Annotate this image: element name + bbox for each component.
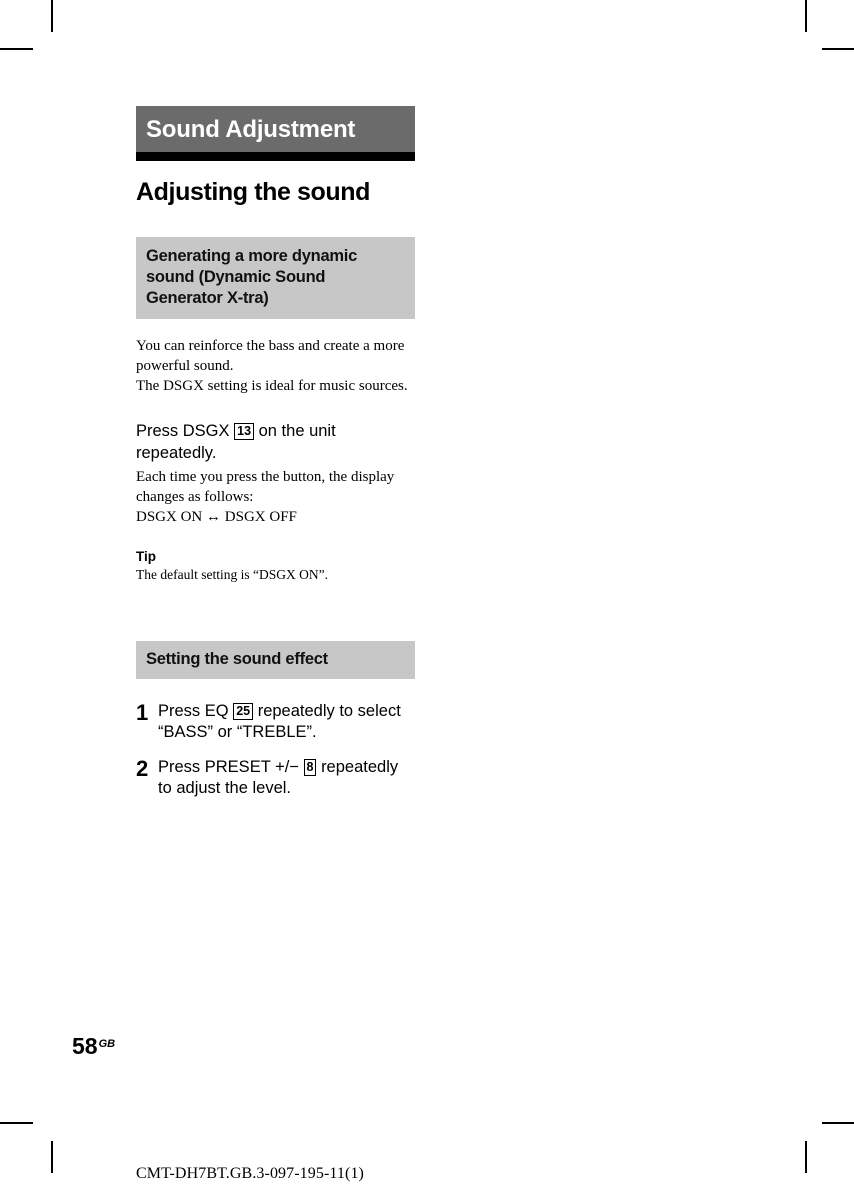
dsgx-intro-line-2: The DSGX setting is ideal for music sour…: [136, 377, 408, 394]
callout-ref-25: 25: [233, 702, 254, 721]
dsgx-intro-line-1: You can reinforce the bass and create a …: [136, 338, 405, 374]
section-heading: Adjusting the sound: [136, 178, 371, 207]
crop-mark-bottom-right-horizontal: [822, 1122, 854, 1124]
crop-mark-bottom-left-vertical: [51, 1141, 53, 1173]
step-text: Press EQ 25 repeatedly to select “BASS” …: [158, 701, 415, 743]
page-content-column: Sound Adjustment Adjusting the sound Gen…: [136, 106, 415, 799]
dsgx-detail-block: Each time you press the button, the disp…: [136, 468, 415, 528]
crop-mark-top-left-vertical: [51, 0, 53, 32]
step-text-before-ref: Press PRESET +/−: [158, 757, 299, 776]
page-number: 58: [72, 1033, 98, 1059]
step-item: 1 Press EQ 25 repeatedly to select “BASS…: [136, 701, 415, 743]
dsgx-toggle-left: DSGX ON: [136, 509, 203, 526]
tip-block: Tip The default setting is “DSGX ON”.: [136, 549, 415, 583]
step-number: 1: [136, 699, 149, 725]
dsgx-instruction: Press DSGX 13 on the unit repeatedly.: [136, 421, 415, 465]
document-code: CMT-DH7BT.GB.3-097-195-11(1): [136, 1165, 364, 1182]
crop-mark-top-right-vertical: [805, 0, 807, 32]
dsgx-instruction-prefix: Press DSGX: [136, 421, 230, 440]
double-arrow-icon: ↔: [206, 509, 222, 526]
dsgx-toggle-right: DSGX OFF: [224, 509, 297, 526]
callout-ref-13: 13: [234, 422, 255, 441]
subsection-header-sound-effect: Setting the sound effect: [136, 640, 415, 679]
page-folio: 58GB: [72, 1035, 115, 1058]
subsection-title-sound-effect: Setting the sound effect: [146, 649, 328, 668]
tip-text: The default setting is “DSGX ON”.: [136, 567, 328, 583]
step-text-before-ref: Press EQ: [158, 701, 229, 720]
dsgx-intro-paragraph: You can reinforce the bass and create a …: [136, 337, 415, 397]
dsgx-toggle-line: DSGX ON ↔ DSGX OFF: [136, 508, 415, 528]
tip-label: Tip: [136, 549, 156, 565]
step-item: 2 Press PRESET +/− 8 repeatedly to adjus…: [136, 757, 415, 799]
chapter-title: Sound Adjustment: [146, 116, 356, 143]
chapter-title-bar: Sound Adjustment: [136, 106, 415, 162]
crop-mark-top-left-horizontal: [0, 48, 33, 50]
subsection-title-dsgx: Generating a more dynamic sound (Dynamic…: [146, 246, 358, 307]
subsection-header-dsgx: Generating a more dynamic sound (Dynamic…: [136, 236, 415, 320]
page-region-suffix: GB: [98, 1038, 116, 1050]
dsgx-detail-line: Each time you press the button, the disp…: [136, 469, 395, 506]
crop-mark-top-right-horizontal: [822, 48, 854, 50]
crop-mark-bottom-right-vertical: [805, 1141, 807, 1173]
step-number: 2: [136, 755, 149, 781]
numbered-steps-list: 1 Press EQ 25 repeatedly to select “BASS…: [136, 701, 415, 799]
step-text: Press PRESET +/− 8 repeatedly to adjust …: [158, 757, 415, 799]
crop-mark-bottom-left-horizontal: [0, 1122, 33, 1124]
callout-ref-8: 8: [303, 758, 317, 777]
